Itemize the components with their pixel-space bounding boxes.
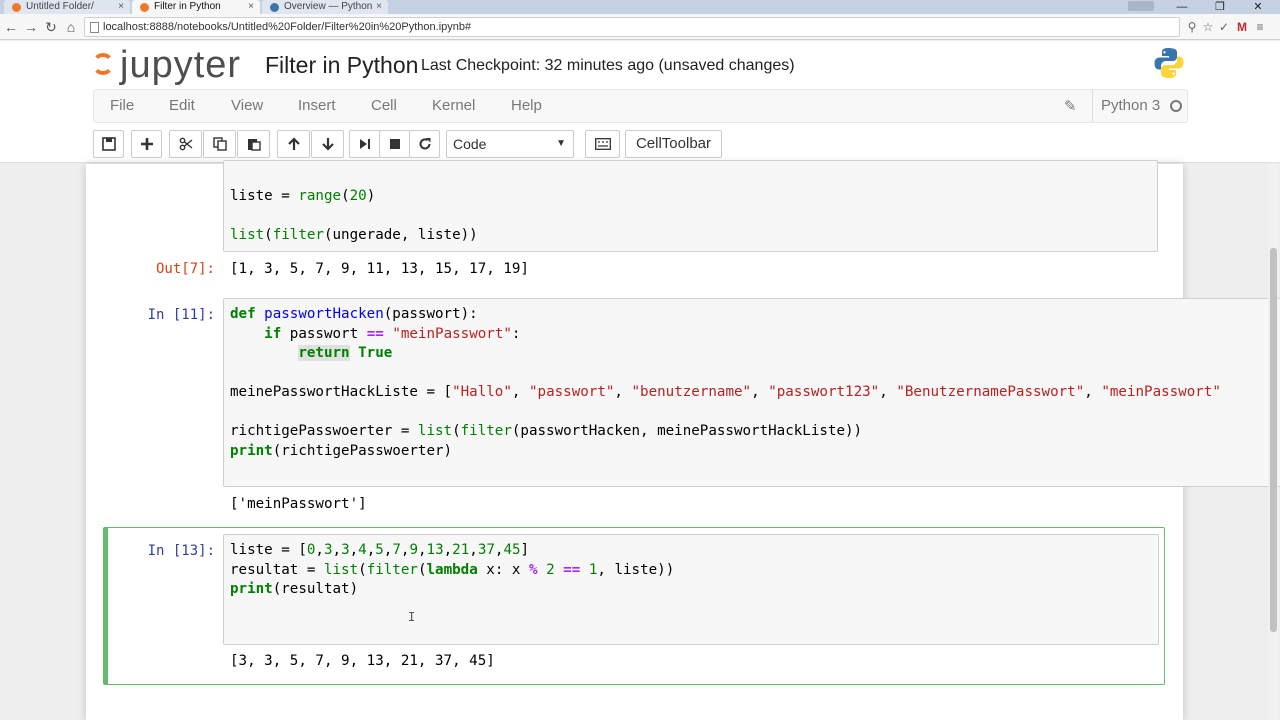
notebook-title[interactable]: Filter in Python bbox=[265, 50, 418, 80]
url-field[interactable]: localhost:8888/notebooks/Untitled%20Fold… bbox=[84, 17, 1180, 37]
close-window-button[interactable]: ✕ bbox=[1240, 0, 1276, 14]
tab-label: Filter in Python bbox=[154, 1, 221, 12]
menu-file[interactable]: File bbox=[110, 90, 134, 122]
profile-badge[interactable] bbox=[1128, 1, 1154, 11]
menu-help[interactable]: Help bbox=[511, 90, 542, 122]
restart-icon bbox=[419, 138, 430, 150]
plus-icon bbox=[140, 138, 153, 150]
notebook-toolbar: Code ▼ CellToolbar bbox=[0, 129, 1280, 161]
menu-insert[interactable]: Insert bbox=[298, 90, 336, 122]
tab-close-icon[interactable]: × bbox=[376, 0, 382, 14]
insert-cell-button[interactable] bbox=[131, 130, 162, 158]
output-prompt: Out[7]: bbox=[155, 261, 215, 277]
input-prompt: In [13]: bbox=[147, 543, 215, 559]
bookmark-star-icon[interactable]: ☆ bbox=[1200, 18, 1216, 36]
python-favicon-icon bbox=[270, 3, 279, 12]
jupyter-favicon-icon bbox=[140, 3, 149, 12]
menu-kernel[interactable]: Kernel bbox=[432, 90, 475, 122]
code-editor-cell-11[interactable]: def passwortHacken(passwort): if passwor… bbox=[230, 305, 1268, 461]
tab-label: Overview — Python bbox=[284, 1, 373, 12]
move-down-button[interactable] bbox=[311, 130, 344, 158]
tab-label: Untitled Folder/ bbox=[26, 1, 94, 12]
home-button[interactable]: ⌂ bbox=[62, 18, 80, 36]
paste-icon bbox=[247, 139, 261, 151]
keyboard-icon bbox=[594, 138, 611, 150]
cell-output: [3, 3, 5, 7, 9, 13, 21, 37, 45] bbox=[230, 653, 495, 669]
scissors-icon bbox=[179, 137, 192, 151]
menu-cell[interactable]: Cell bbox=[371, 90, 397, 122]
browser-tab-bar: Untitled Folder/ × Filter in Python × Ov… bbox=[0, 0, 1280, 14]
move-up-button[interactable] bbox=[277, 130, 310, 158]
address-bar: ← → ↻ ⌂ localhost:8888/notebooks/Untitle… bbox=[0, 14, 1280, 40]
restart-kernel-button[interactable] bbox=[409, 130, 440, 158]
copy-icon bbox=[212, 137, 227, 151]
save-button[interactable] bbox=[93, 130, 124, 158]
stop-icon bbox=[389, 139, 400, 149]
cut-button[interactable] bbox=[169, 130, 202, 158]
command-palette-button[interactable] bbox=[585, 130, 620, 158]
chevron-down-icon: ▼ bbox=[556, 138, 566, 149]
kernel-idle-indicator bbox=[1170, 100, 1182, 112]
text-cursor-icon: I bbox=[408, 610, 416, 624]
cell-output: ['meinPasswort'] bbox=[230, 496, 367, 512]
jupyter-wordmark: jupyter bbox=[120, 44, 242, 86]
run-cell-button[interactable] bbox=[349, 130, 380, 158]
chrome-menu-icon[interactable]: ≡ bbox=[1252, 18, 1268, 36]
code-editor-cell-7[interactable]: liste = range(20) list(filter(ungerade, … bbox=[230, 187, 478, 246]
minimize-button[interactable]: — bbox=[1164, 0, 1200, 14]
gmail-icon[interactable]: M bbox=[1234, 18, 1250, 36]
cell-type-value: Code bbox=[453, 136, 487, 152]
page-icon bbox=[90, 22, 99, 33]
extension-icon[interactable]: ✓ bbox=[1216, 18, 1232, 36]
menubar: File Edit View Insert Cell Kernel Help ✎… bbox=[93, 89, 1188, 123]
cell-output: [1, 3, 5, 7, 9, 11, 13, 15, 17, 19] bbox=[230, 261, 529, 277]
scrollbar-thumb[interactable] bbox=[1270, 248, 1277, 632]
tab-close-icon[interactable]: × bbox=[248, 0, 254, 14]
menu-view[interactable]: View bbox=[231, 90, 263, 122]
checkpoint-status: Last Checkpoint: 32 minutes ago (unsaved… bbox=[421, 57, 795, 74]
code-editor-cell-13[interactable]: liste = [0,3,3,4,5,7,9,13,21,37,45] resu… bbox=[230, 541, 674, 600]
notebook-scroll-area[interactable]: liste = range(20) list(filter(ungerade, … bbox=[0, 160, 1280, 720]
forward-button[interactable]: → bbox=[22, 18, 40, 36]
interrupt-button[interactable] bbox=[379, 130, 410, 158]
restore-button[interactable]: ❐ bbox=[1202, 0, 1238, 14]
tab-untitled-folder[interactable]: Untitled Folder/ × bbox=[4, 0, 130, 14]
tab-overview-python[interactable]: Overview — Python × bbox=[262, 0, 388, 14]
save-icon bbox=[101, 137, 116, 151]
reload-button[interactable]: ↻ bbox=[42, 18, 60, 36]
arrow-down-icon bbox=[321, 138, 334, 151]
zoom-icon[interactable]: ⚲ bbox=[1184, 18, 1200, 36]
back-button[interactable]: ← bbox=[2, 18, 20, 36]
jupyter-orbit-icon bbox=[92, 53, 114, 75]
step-forward-icon bbox=[359, 139, 370, 149]
kernel-name: Python 3 bbox=[1092, 90, 1160, 122]
menu-edit[interactable]: Edit bbox=[169, 90, 195, 122]
tab-filter-in-python[interactable]: Filter in Python × bbox=[132, 0, 260, 14]
celltoolbar-button[interactable]: CellToolbar bbox=[625, 130, 722, 158]
python-logo-icon bbox=[1154, 48, 1184, 78]
paste-button[interactable] bbox=[237, 130, 270, 158]
jupyter-favicon-icon bbox=[12, 3, 21, 12]
tab-close-icon[interactable]: × bbox=[118, 0, 124, 14]
url-text: localhost:8888/notebooks/Untitled%20Fold… bbox=[103, 21, 472, 33]
jupyter-header: jupyter Filter in Python Last Checkpoint… bbox=[0, 41, 1280, 163]
copy-button[interactable] bbox=[203, 130, 236, 158]
cell-type-select[interactable]: Code ▼ bbox=[446, 130, 574, 158]
input-prompt: In [11]: bbox=[147, 307, 215, 323]
arrow-up-icon bbox=[287, 137, 300, 150]
pencil-icon[interactable]: ✎ bbox=[1064, 97, 1077, 115]
